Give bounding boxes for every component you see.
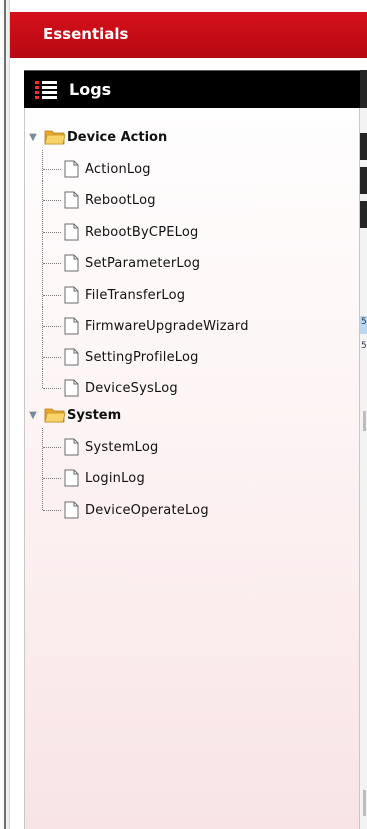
background-band: [360, 167, 367, 194]
document-icon: [64, 348, 79, 366]
document-icon: [64, 254, 79, 272]
tree-item-label: FirmwareUpgradeWizard: [85, 318, 249, 334]
tree-item-label: RebootLog: [85, 192, 156, 208]
document-icon: [64, 160, 79, 178]
background-splitter: [363, 411, 366, 431]
tree-item-label: RebootByCPELog: [85, 224, 199, 240]
expand-arrow-icon[interactable]: ▼: [27, 131, 39, 143]
tree-folder-label: System: [67, 407, 122, 423]
tree-folder-system[interactable]: ▼ System: [27, 404, 121, 426]
tree-item-systemlog[interactable]: SystemLog: [27, 428, 357, 459]
logs-panel-header[interactable]: Logs: [24, 70, 360, 108]
essentials-header[interactable]: Essentials: [10, 12, 367, 58]
logs-panel-title: Logs: [69, 80, 112, 99]
essentials-title: Essentials: [43, 25, 129, 43]
background-selected-row: 5: [360, 316, 367, 334]
background-band: [360, 133, 367, 160]
document-icon: [64, 286, 79, 304]
tree-item-rebootbycpelog[interactable]: RebootByCPELog: [27, 213, 357, 244]
background-text: 5: [361, 341, 367, 351]
tree-folder-label: Device Action: [67, 129, 168, 145]
folder-open-icon: [44, 408, 66, 423]
tree-item-label: SettingProfileLog: [85, 349, 199, 365]
background-text: 5: [361, 317, 367, 327]
tree-item-label: LoginLog: [85, 470, 145, 486]
tree-item-loginlog[interactable]: LoginLog: [27, 459, 357, 490]
tree-folder-device-action[interactable]: ▼ Device Action: [27, 126, 167, 148]
document-icon: [64, 317, 79, 335]
window-edge: [0, 0, 10, 829]
background-content-strip: 5 5: [360, 70, 367, 829]
document-icon: [64, 469, 79, 487]
tree-item-label: SystemLog: [85, 439, 159, 455]
tree-item-actionlog[interactable]: ActionLog: [27, 150, 357, 181]
tree-item-label: ActionLog: [85, 161, 151, 177]
document-icon: [64, 191, 79, 209]
background-band: [360, 201, 367, 228]
background-splitter: [363, 790, 366, 816]
expand-arrow-icon[interactable]: ▼: [27, 409, 39, 421]
menu-list-icon: [35, 80, 57, 99]
app-frame: Essentials Logs 5 5 ▼ Device Action Acti…: [0, 0, 367, 829]
tree-item-deviceoperatelog[interactable]: DeviceOperateLog: [27, 491, 357, 522]
tree-item-label: DeviceOperateLog: [85, 502, 209, 518]
tree-item-label: DeviceSysLog: [85, 380, 178, 396]
document-icon: [64, 223, 79, 241]
tree-item-settingprofilelog[interactable]: SettingProfileLog: [27, 338, 357, 369]
tree-item-label: SetParameterLog: [85, 255, 201, 271]
document-icon: [64, 438, 79, 456]
tree-item-setparameterlog[interactable]: SetParameterLog: [27, 244, 357, 275]
tree-item-label: FileTransferLog: [85, 287, 186, 303]
document-icon: [64, 379, 79, 397]
folder-open-icon: [44, 130, 66, 145]
tree-item-devicesyslog[interactable]: DeviceSysLog: [27, 369, 357, 400]
document-icon: [64, 501, 79, 519]
tree-item-firmwareupgradewizard[interactable]: FirmwareUpgradeWizard: [27, 307, 357, 338]
tree-item-rebootlog[interactable]: RebootLog: [27, 181, 357, 212]
background-band: [360, 70, 367, 108]
tree-item-filetransferlog[interactable]: FileTransferLog: [27, 276, 357, 307]
